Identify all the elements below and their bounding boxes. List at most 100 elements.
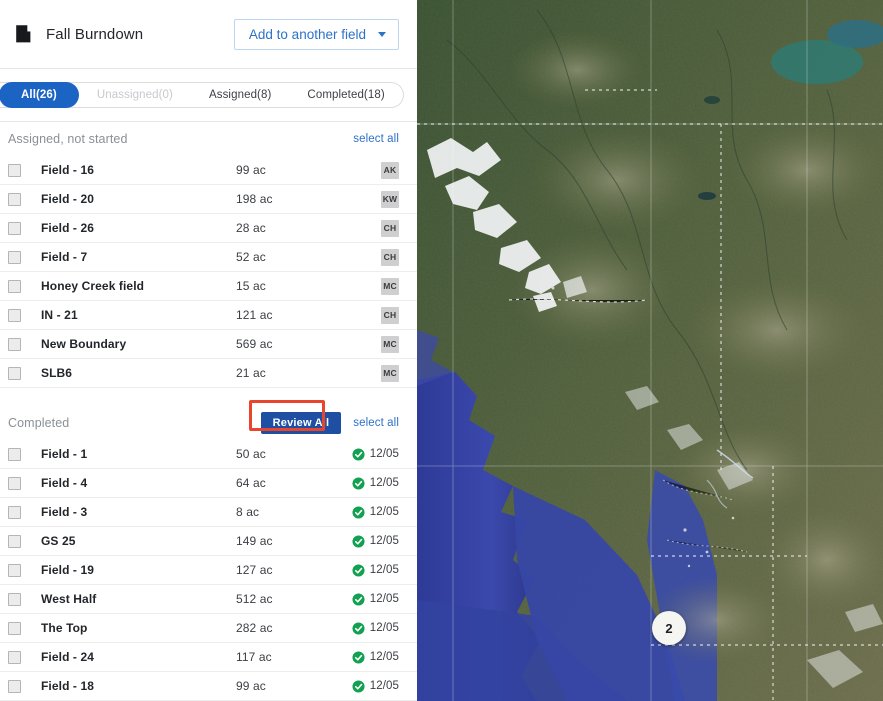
row-checkbox[interactable] <box>8 679 21 693</box>
field-name: West Half <box>41 592 97 606</box>
table-row[interactable]: New Boundary 569 ac MC <box>0 330 417 359</box>
row-right: CH <box>341 306 399 324</box>
field-acres: 21 ac <box>236 366 266 380</box>
field-name: Field - 4 <box>41 476 88 490</box>
table-row[interactable]: Field - 7 52 ac CH <box>0 243 417 272</box>
task-list-scroll[interactable]: Assigned, not started select all Field -… <box>0 122 417 701</box>
title-wrap: Fall Burndown <box>14 24 234 44</box>
field-acres: 99 ac <box>236 679 266 693</box>
assignee-avatar: CH <box>381 219 399 237</box>
field-name: The Top <box>41 621 88 635</box>
page-title: Fall Burndown <box>46 25 144 43</box>
completed-check-icon <box>352 592 365 606</box>
assignee-avatar: MC <box>381 364 399 382</box>
row-checkbox[interactable] <box>8 563 21 577</box>
completed-check-icon <box>352 621 365 635</box>
chevron-down-icon <box>378 31 386 37</box>
row-checkbox[interactable] <box>8 337 21 351</box>
table-row[interactable]: Field - 19 127 ac 12/05 <box>0 556 417 585</box>
completed-check-icon <box>352 563 365 577</box>
row-checkbox[interactable] <box>8 192 21 206</box>
row-right: 12/05 <box>341 679 399 693</box>
row-checkbox[interactable] <box>8 592 21 606</box>
table-row[interactable]: Field - 16 99 ac AK <box>0 156 417 185</box>
field-name: Field - 7 <box>41 250 88 264</box>
table-row[interactable]: Honey Creek field 15 ac MC <box>0 272 417 301</box>
field-name: Field - 3 <box>41 505 88 519</box>
row-checkbox[interactable] <box>8 366 21 380</box>
table-row[interactable]: Field - 4 64 ac 12/05 <box>0 469 417 498</box>
add-to-another-field-button[interactable]: Add to another field <box>233 18 399 50</box>
assignee-avatar: CH <box>381 306 399 324</box>
table-row[interactable]: Field - 3 8 ac 12/05 <box>0 498 417 527</box>
row-right: CH <box>341 248 399 266</box>
field-acres: 127 ac <box>236 563 273 577</box>
add-to-another-field-label: Add to another field <box>248 26 366 42</box>
row-checkbox[interactable] <box>8 650 21 664</box>
row-checkbox[interactable] <box>8 476 21 490</box>
completed-date: 12/05 <box>369 477 399 489</box>
row-right: CH <box>341 219 399 237</box>
table-row[interactable]: West Half 512 ac 12/05 <box>0 585 417 614</box>
select-all-completed[interactable]: select all <box>353 417 399 429</box>
completed-date: 12/05 <box>369 680 399 692</box>
field-acres: 198 ac <box>236 192 273 206</box>
field-name: IN - 21 <box>41 308 78 322</box>
row-checkbox[interactable] <box>8 534 21 548</box>
row-checkbox[interactable] <box>8 621 21 635</box>
field-acres: 8 ac <box>236 505 260 519</box>
review-all-button[interactable]: Review All <box>260 412 342 434</box>
table-row[interactable]: Field - 26 28 ac CH <box>0 214 417 243</box>
table-row[interactable]: SLB6 21 ac MC <box>0 359 417 388</box>
table-row[interactable]: Field - 20 198 ac KW <box>0 185 417 214</box>
filter-bar: All(26) Unassigned(0) Assigned(8) Comple… <box>0 69 417 122</box>
row-checkbox[interactable] <box>8 308 21 322</box>
row-right: 12/05 <box>341 592 399 606</box>
select-all-assigned[interactable]: select all <box>353 133 399 145</box>
field-acres: 15 ac <box>236 279 266 293</box>
row-checkbox[interactable] <box>8 250 21 264</box>
completed-date: 12/05 <box>369 535 399 547</box>
row-checkbox[interactable] <box>8 447 21 461</box>
task-list-panel: Fall Burndown Add to another field All(2… <box>0 0 417 701</box>
map-cluster-marker[interactable]: 2 <box>652 611 686 645</box>
satellite-map[interactable]: ALBERTA BRITISH COLUMBIA WASHINGTON OREG… <box>417 0 883 701</box>
field-acres: 282 ac <box>236 621 273 635</box>
row-right: 12/05 <box>341 621 399 635</box>
row-right: 12/05 <box>341 650 399 664</box>
row-right: MC <box>341 364 399 382</box>
assignee-avatar: AK <box>381 161 399 179</box>
group-header-completed: Completed Review All select all <box>0 400 417 440</box>
completed-date: 12/05 <box>369 593 399 605</box>
field-acres: 512 ac <box>236 592 273 606</box>
row-right: 12/05 <box>341 534 399 548</box>
field-name: Field - 19 <box>41 563 95 577</box>
row-checkbox[interactable] <box>8 163 21 177</box>
row-checkbox[interactable] <box>8 221 21 235</box>
tab-all[interactable]: All(26) <box>0 82 79 108</box>
field-acres: 52 ac <box>236 250 266 264</box>
completed-check-icon <box>352 650 365 664</box>
assignee-avatar: CH <box>381 248 399 266</box>
group-title: Completed <box>8 416 70 430</box>
field-acres: 64 ac <box>236 476 266 490</box>
row-checkbox[interactable] <box>8 505 21 519</box>
tab-unassigned[interactable]: Unassigned(0) <box>79 82 191 108</box>
field-name: SLB6 <box>41 366 73 380</box>
completed-check-icon <box>352 505 365 519</box>
row-checkbox[interactable] <box>8 279 21 293</box>
field-acres: 121 ac <box>236 308 273 322</box>
table-row[interactable]: Field - 18 99 ac 12/05 <box>0 672 417 701</box>
table-row[interactable]: The Top 282 ac 12/05 <box>0 614 417 643</box>
field-acres: 99 ac <box>236 163 266 177</box>
field-name: Field - 18 <box>41 679 95 693</box>
table-row[interactable]: IN - 21 121 ac CH <box>0 301 417 330</box>
tab-assigned[interactable]: Assigned(8) <box>191 82 289 108</box>
completed-date: 12/05 <box>369 564 399 576</box>
table-row[interactable]: Field - 24 117 ac 12/05 <box>0 643 417 672</box>
table-row[interactable]: GS 25 149 ac 12/05 <box>0 527 417 556</box>
completed-date: 12/05 <box>369 651 399 663</box>
table-row[interactable]: Field - 1 50 ac 12/05 <box>0 440 417 469</box>
tab-completed[interactable]: Completed(18) <box>289 82 402 108</box>
assignee-avatar: KW <box>381 190 399 208</box>
